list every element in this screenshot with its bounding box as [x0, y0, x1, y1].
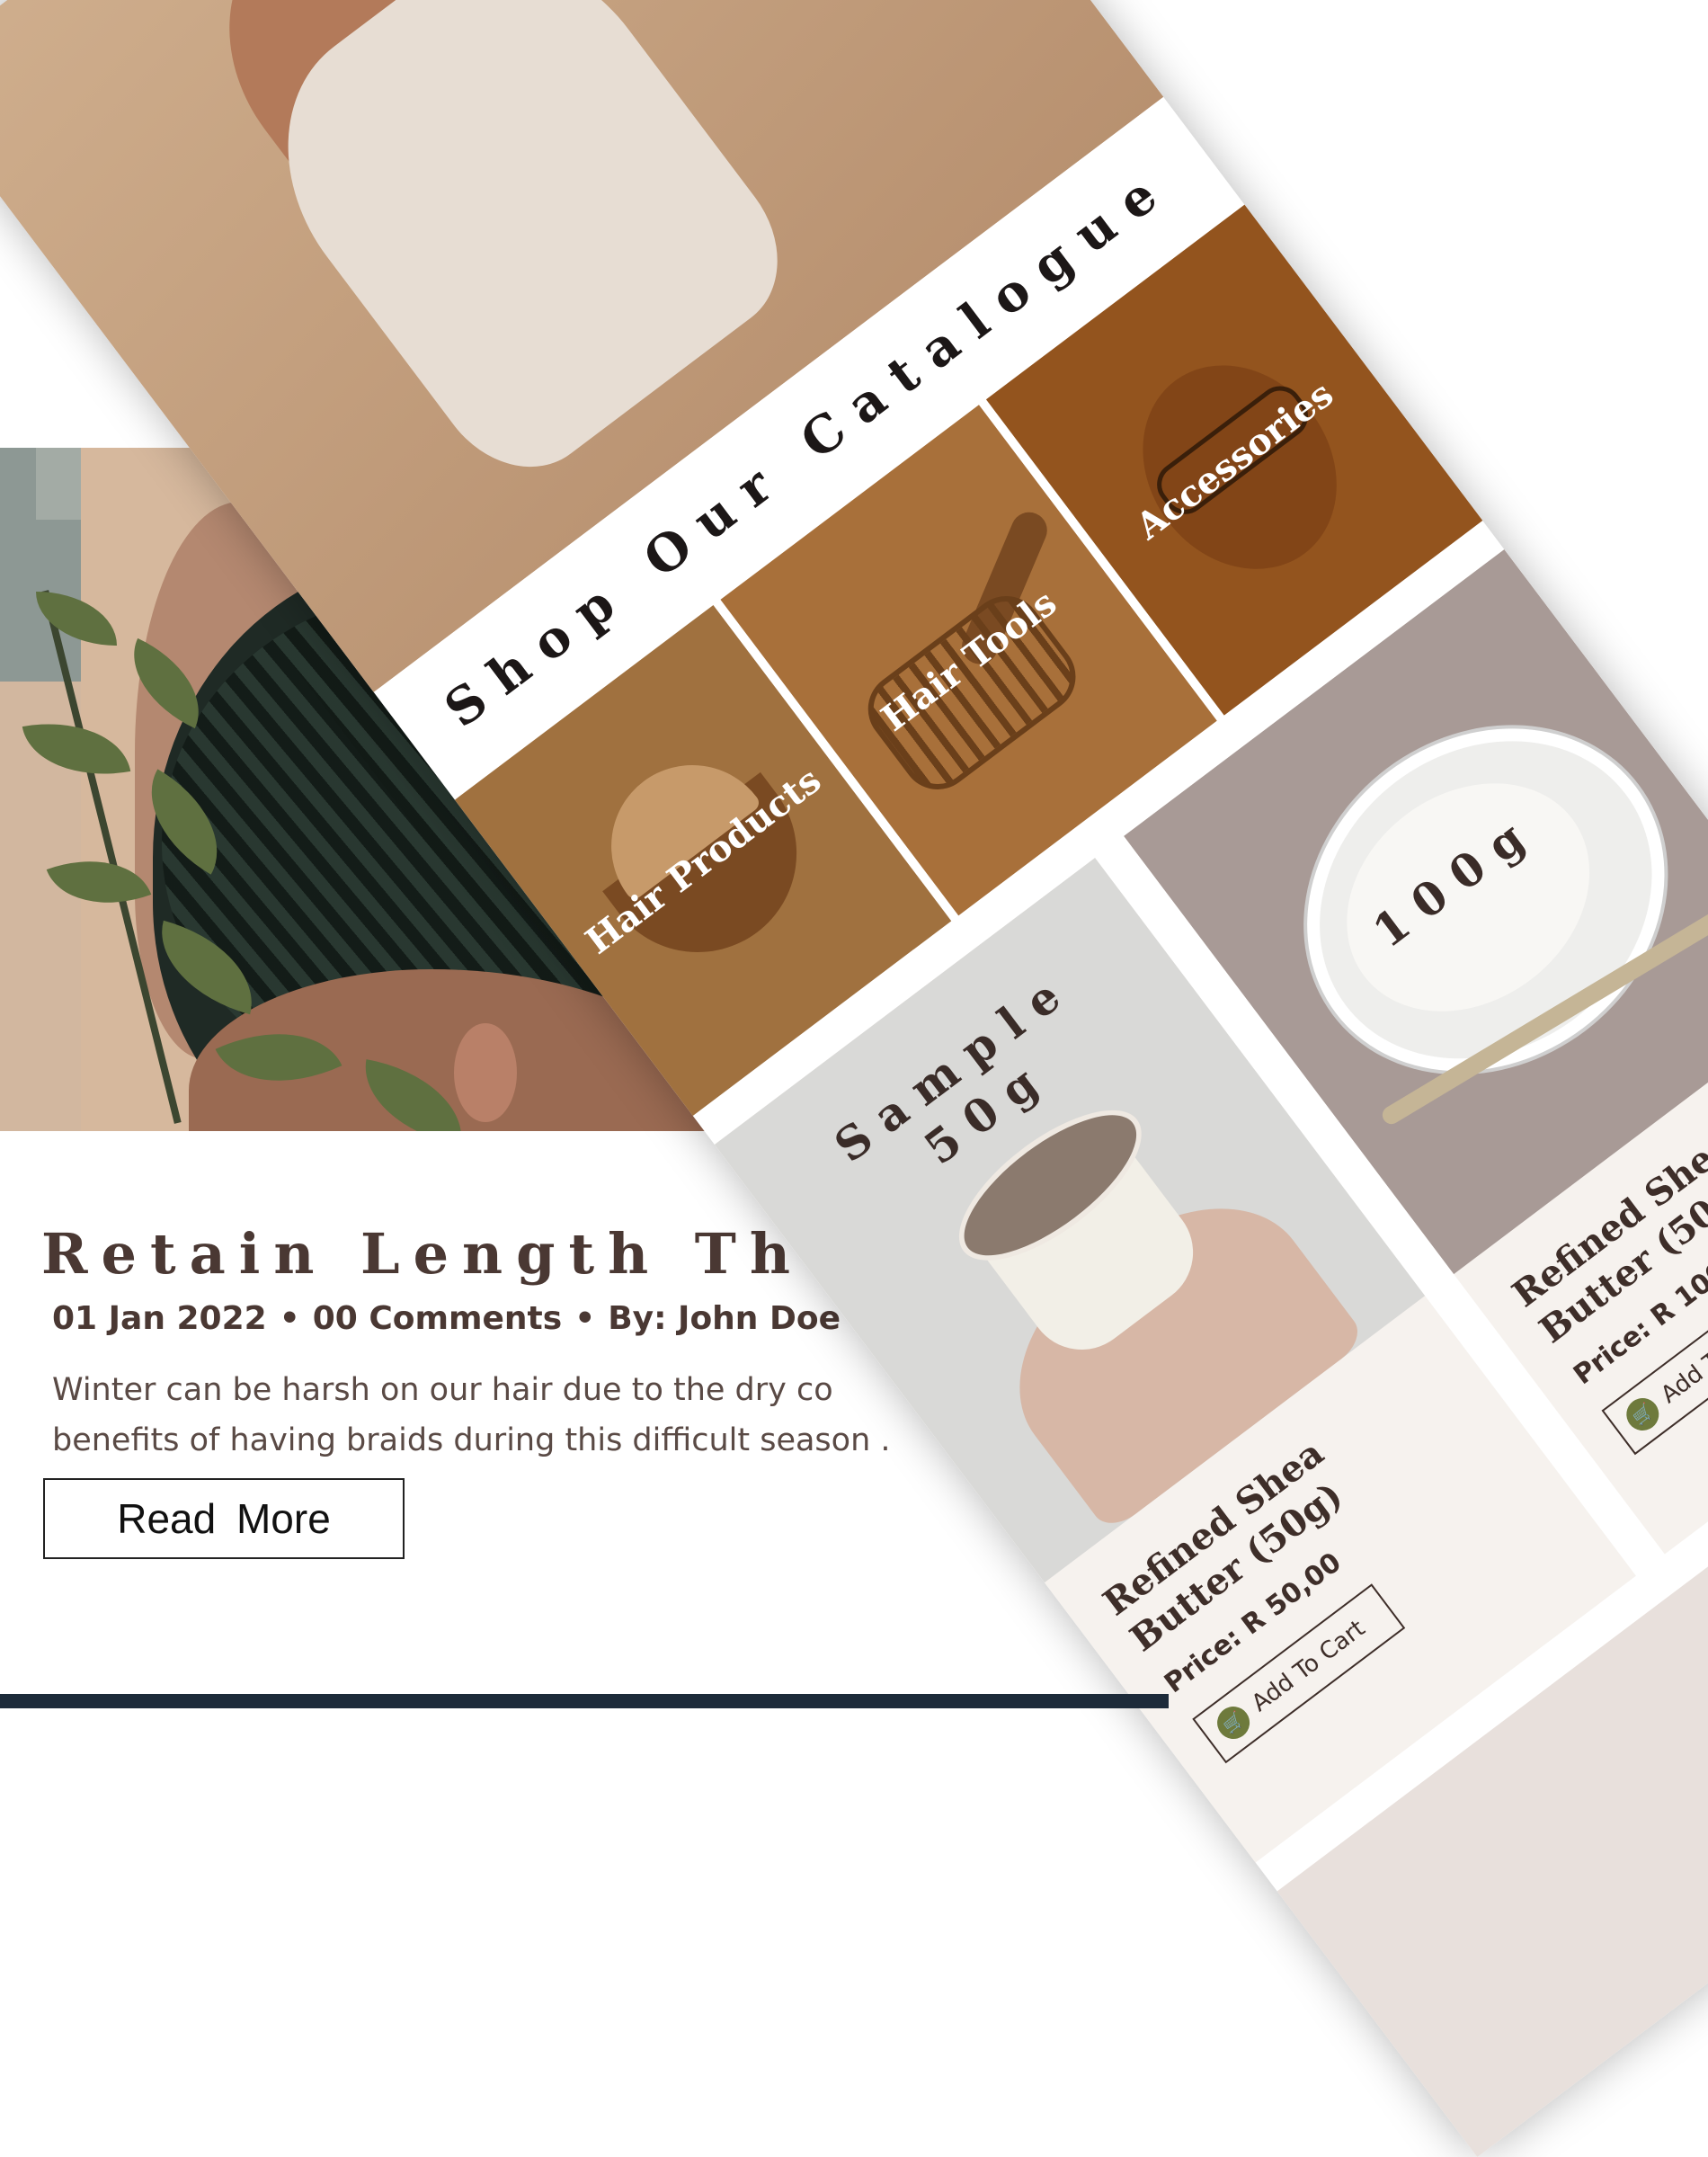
meta-separator: •	[574, 1300, 596, 1337]
add-to-cart-button[interactable]: 🛒 Add To Cart	[1192, 1583, 1406, 1764]
ear	[454, 1023, 517, 1122]
hand	[1665, 1551, 1708, 1923]
blog-title[interactable]: Retain Length Th	[41, 1221, 804, 1287]
read-more-button[interactable]: Read More	[43, 1478, 405, 1559]
dropper-bottle	[1701, 1552, 1708, 1833]
comment-count[interactable]: 00 Comments	[313, 1300, 563, 1337]
cart-icon: 🛒	[1620, 1391, 1666, 1438]
blog-meta: 01 Jan 2022 • 00 Comments • By: John Doe	[52, 1300, 841, 1337]
post-date: 01 Jan 2022	[52, 1300, 267, 1337]
cart-icon: 🛒	[1210, 1699, 1257, 1746]
meta-separator: •	[279, 1300, 300, 1337]
excerpt-line: benefits of having braids during this di…	[52, 1422, 891, 1458]
post-author: By: John Doe	[608, 1300, 841, 1337]
footer-edge	[0, 1694, 1169, 1708]
